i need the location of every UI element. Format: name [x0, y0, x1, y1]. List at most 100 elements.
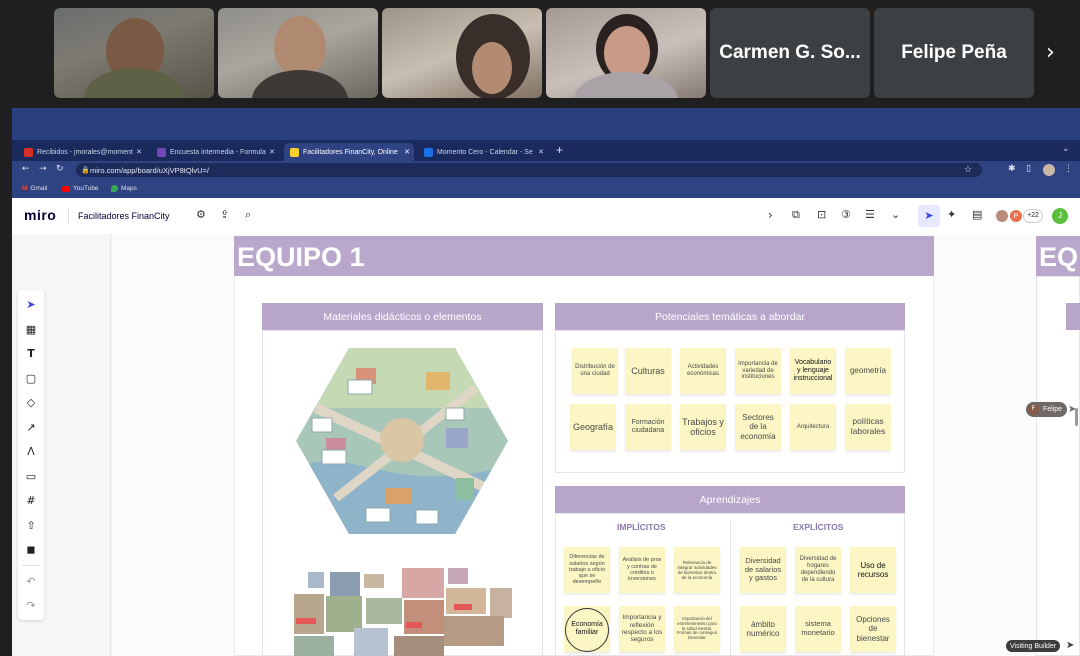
shapes-icon[interactable]: ◇ [24, 396, 38, 409]
sticky-note[interactable]: sistema monetario [795, 606, 841, 652]
close-icon[interactable]: ✕ [136, 148, 142, 156]
bookmark-star-icon[interactable]: ☆ [964, 165, 972, 175]
sticky-note[interactable]: Importancia del entretenimiento para la … [674, 606, 720, 652]
sticky-note[interactable]: Opciones de bienestar [850, 606, 896, 652]
reactions-icon[interactable]: ✦ [947, 208, 956, 221]
column-divider [730, 520, 731, 656]
board-name[interactable]: Facilitadores FinanCity [78, 211, 170, 221]
menu-icon[interactable]: ⋮ [1064, 164, 1073, 174]
participant-tile-felipe[interactable]: Felipe Peña [874, 8, 1034, 98]
buildings-image[interactable] [294, 566, 512, 656]
scrollbar[interactable] [1075, 408, 1078, 426]
tab-miro[interactable]: Facilitadores FinanCity, Online ✕ [284, 143, 414, 161]
search-icon[interactable]: ⌕ [245, 208, 251, 222]
sticky-note[interactable]: Actividades económicas [680, 348, 726, 394]
collaborator-avatar-p[interactable]: P [1009, 209, 1023, 223]
forward-icon[interactable]: → [39, 164, 47, 174]
city-map-image[interactable] [296, 348, 508, 534]
tab-calendar[interactable]: Momento Cero - Calendar - Se ✕ [418, 143, 548, 161]
sticky-note[interactable]: Diversidad de hogares dependiendo de la … [795, 547, 841, 593]
timer-icon[interactable]: ③ [841, 208, 851, 221]
close-icon[interactable]: ✕ [269, 148, 275, 156]
frame-icon[interactable]: # [24, 494, 38, 507]
collaborator-count[interactable]: +22 [1023, 209, 1043, 223]
sticky-note[interactable]: Economía familiar [564, 606, 610, 652]
sticky-note[interactable]: Relevancia de integrar actividades de bi… [674, 547, 720, 593]
more-icon[interactable]: ⌄ [891, 208, 900, 221]
sticky-note[interactable]: Diferencias de salarios según trabajo u … [564, 547, 610, 593]
close-icon[interactable]: ✕ [538, 148, 544, 156]
upload-icon[interactable]: ⇧ [24, 519, 38, 532]
bookmark-maps[interactable]: Maps [111, 185, 137, 192]
extensions-icon[interactable]: ✱ [1008, 164, 1016, 174]
focus-icon[interactable]: ⊡ [817, 208, 826, 221]
learning-header[interactable]: Aprendizajes [555, 486, 905, 513]
topics-header[interactable]: Potenciales temáticas a abordar [555, 303, 905, 330]
url-input[interactable]: 🔒 miro.com/app/board/uXjVP8tQlvU=/ ☆ [76, 163, 982, 177]
participant-video-4[interactable] [546, 8, 706, 98]
notes-icon[interactable]: ☰ [865, 208, 875, 221]
sticky-note[interactable]: Geografía [570, 404, 616, 450]
sticky-note[interactable]: Importancia y reflexión respecto a los s… [619, 606, 665, 652]
present-icon[interactable]: ⧉ [792, 208, 800, 222]
reload-icon[interactable]: ↻ [56, 164, 64, 174]
materials-header[interactable]: Materiales didácticos o elementos [262, 303, 543, 330]
visiting-builder-tag: Visiting Builder [1006, 640, 1061, 652]
pen-icon[interactable]: Λ [24, 445, 38, 458]
profile-avatar[interactable] [1043, 164, 1055, 176]
collaborator-avatar[interactable] [995, 209, 1009, 223]
url-text: miro.com/app/board/uXjVP8tQlvU=/ [90, 165, 210, 175]
gmail-icon: M [22, 185, 28, 192]
canvas-edge [110, 234, 111, 656]
participant-tile-carmen[interactable]: Carmen G. So... [710, 8, 870, 98]
tab-search-icon[interactable]: ⌄ [1062, 144, 1070, 154]
text-tool-icon[interactable]: T [24, 347, 38, 360]
sticky-note[interactable]: Análisis de pros y contras de créditos o… [619, 547, 665, 593]
upload-icon[interactable]: ⇪ [220, 208, 229, 221]
sticky-text: Culturas [631, 365, 665, 376]
redo-icon[interactable]: ↷ [24, 599, 38, 612]
templates-icon[interactable]: ▦ [24, 323, 38, 336]
chevron-right-icon[interactable]: › [1046, 40, 1055, 65]
sticky-note[interactable]: Vocabulario y lenguaje instruccional [790, 348, 836, 394]
sticky-note[interactable]: Distribución de una ciudad [572, 348, 618, 394]
chevron-right-icon[interactable]: › [768, 208, 773, 222]
new-tab-button[interactable]: + [556, 143, 563, 157]
divider [22, 565, 40, 566]
cursor-mode-button[interactable]: ➤ [918, 205, 940, 227]
undo-icon[interactable]: ↶ [24, 575, 38, 588]
settings-icon[interactable]: ⚙ [196, 208, 206, 221]
sticky-note[interactable]: ámbito numérico [740, 606, 786, 652]
sticky-note[interactable]: políticas laborales [845, 404, 891, 450]
connection-line-icon[interactable]: ↗ [24, 421, 38, 434]
sticky-note[interactable]: Formación ciudadana [625, 404, 671, 450]
sticky-note-icon[interactable]: ▢ [24, 372, 38, 385]
sticky-note[interactable]: Trabajos y oficios [680, 404, 726, 450]
back-icon[interactable]: ← [22, 164, 30, 174]
tab-forms[interactable]: Encuesta intermedia - Formula ✕ [151, 143, 279, 161]
tab-gmail[interactable]: Recibidos - jmorales@moment ✕ [18, 143, 146, 161]
participant-video-3[interactable] [382, 8, 542, 98]
comment-icon[interactable]: ▭ [24, 470, 38, 483]
frame-title-next[interactable]: EQ [1036, 236, 1080, 276]
sticky-note[interactable]: Importancia de variedad de instituciones [735, 348, 781, 394]
sidepanel-icon[interactable]: ▯ [1026, 164, 1031, 174]
participant-video-2[interactable] [218, 8, 378, 98]
user-avatar-j[interactable]: J [1052, 208, 1068, 224]
sticky-note[interactable]: Diversidad de salarios y gastos [740, 547, 786, 593]
comments-icon[interactable]: ▤ [972, 208, 982, 221]
sticky-note[interactable]: Culturas [625, 348, 671, 394]
bookmark-youtube[interactable]: YouTube [62, 185, 99, 192]
sticky-note[interactable]: Uso de recursos [850, 547, 896, 593]
bookmark-gmail[interactable]: M Gmail [22, 185, 47, 192]
add-icon[interactable]: ◼ [24, 543, 38, 556]
sticky-note[interactable]: Arquitectura [790, 404, 836, 450]
sticky-note[interactable]: geometría [845, 348, 891, 394]
select-tool-icon[interactable]: ➤ [24, 298, 38, 311]
frame-title[interactable]: EQUIPO 1 [234, 236, 934, 276]
participant-video-1[interactable] [54, 8, 214, 98]
sticky-note[interactable]: Sectores de la economía [735, 404, 781, 450]
miro-logo[interactable]: miro [24, 207, 56, 223]
close-icon[interactable]: ✕ [404, 148, 410, 156]
sticky-text: Vocabulario y lenguaje instruccional [793, 358, 833, 383]
